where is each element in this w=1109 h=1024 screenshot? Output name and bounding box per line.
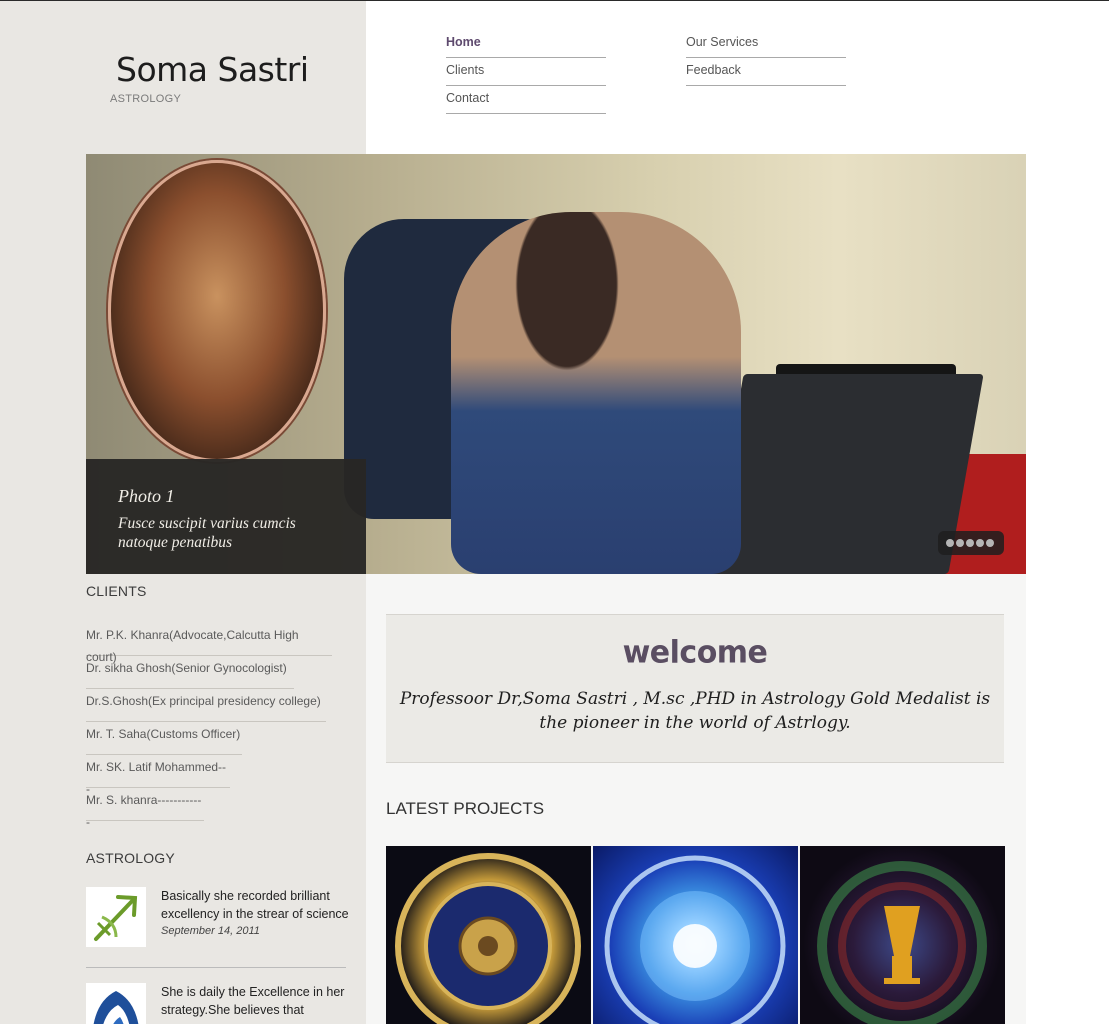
client-item[interactable]: Mr. SK. Latif Mohammed--- [86, 756, 230, 796]
nav-column-1: Home Clients Contact [446, 30, 606, 114]
latest-projects-heading: LATEST PROJECTS [386, 799, 545, 818]
project-tile-zodiac-symbols[interactable] [800, 846, 1005, 1024]
astrology-post: She is daily the Excellence in her strat… [86, 983, 346, 1024]
nav-feedback[interactable]: Feedback [686, 58, 846, 86]
slide-caption-text: Fusce suscipit varius cumcis natoque pen… [118, 515, 296, 551]
astrology-post-date: September 14, 2011 [161, 925, 260, 937]
site-tagline: ASTROLOGY [110, 93, 182, 105]
slider-pagination [938, 531, 1004, 555]
sagittarius-thumbnail[interactable] [86, 887, 146, 947]
client-item[interactable]: Mr. S. khanra------------ [86, 789, 204, 829]
hero-slider[interactable]: Photo 1 Fusce suscipit varius cumcis nat… [86, 154, 1026, 574]
welcome-title: welcome [622, 634, 768, 671]
slide-photo-person [451, 212, 741, 574]
astrology-heading: ASTROLOGY [86, 850, 175, 866]
nav-column-2: Our Services Feedback [686, 30, 846, 86]
nav-our-services[interactable]: Our Services [686, 30, 846, 58]
slider-dot-1[interactable] [946, 539, 954, 547]
slider-dot-4[interactable] [976, 539, 984, 547]
slider-dot-2[interactable] [956, 539, 964, 547]
welcome-text: Professoor Dr,Soma Sastri , M.sc ,PHD in… [399, 689, 991, 733]
astrology-post-text[interactable]: Basically she recorded brilliant excelle… [161, 887, 351, 923]
welcome-section: welcome Professoor Dr,Soma Sastri , M.sc… [386, 614, 1004, 763]
client-item[interactable]: Dr.S.Ghosh(Ex principal presidency colle… [86, 690, 326, 722]
clients-heading: CLIENTS [86, 583, 147, 599]
client-item[interactable]: Dr. sikha Ghosh(Senior Gynocologist) [86, 657, 294, 689]
slide-caption-title: Photo 1 [118, 486, 175, 506]
astrology-post-text[interactable]: She is daily the Excellence in her strat… [161, 983, 346, 1019]
nav-clients[interactable]: Clients [446, 58, 606, 86]
astrology-post: Basically she recorded brilliant excelle… [86, 887, 349, 957]
nav-home[interactable]: Home [446, 30, 606, 58]
capricorn-thumbnail[interactable] [86, 983, 146, 1024]
client-item[interactable]: Mr. P.K. Khanra(Advocate,Calcutta High c… [86, 624, 332, 664]
client-item[interactable]: Mr. T. Saha(Customs Officer) [86, 723, 242, 755]
slide-caption: Photo 1 Fusce suscipit varius cumcis nat… [86, 459, 366, 574]
clients-list: Mr. P.K. Khanra(Advocate,Calcutta High c… [86, 624, 332, 829]
project-tile-zodiac-wheel-gold[interactable] [386, 846, 591, 1024]
slider-dot-3[interactable] [966, 539, 974, 547]
post-divider [86, 967, 346, 968]
deity-portrait-oval [108, 160, 326, 462]
site-logo[interactable]: Soma Sastri [116, 50, 309, 89]
slider-dot-5[interactable] [986, 539, 994, 547]
project-tile-zodiac-wheel-blue[interactable] [593, 846, 798, 1024]
nav-contact[interactable]: Contact [446, 86, 606, 114]
